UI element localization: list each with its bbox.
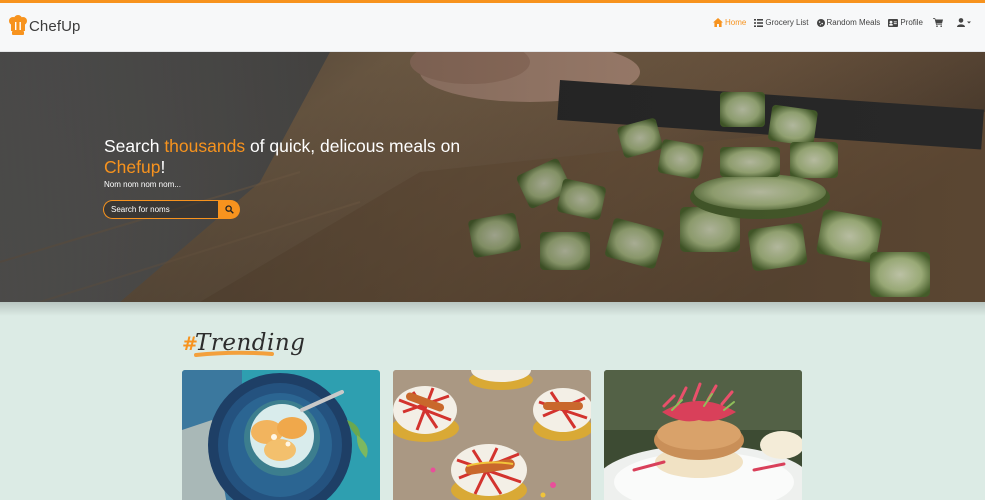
hero-shadow	[0, 302, 985, 316]
trending-card-2[interactable]	[393, 370, 591, 500]
hero-banner: Search thousands of quick, delicous meal…	[0, 52, 985, 302]
trending-cards	[182, 370, 815, 500]
hero-subtitle: Nom nom nom nom...	[104, 180, 181, 189]
nav-profile[interactable]: Profile	[888, 18, 923, 27]
trending-heading: # Trending	[182, 327, 305, 363]
trending-card-3[interactable]	[604, 370, 802, 500]
hotdog-cupcakes-image	[393, 370, 591, 500]
id-card-icon	[888, 18, 899, 27]
navbar: ChefUp Home Grocery List Random Meals Pr…	[0, 3, 985, 52]
search-button[interactable]	[218, 200, 240, 219]
hero-title-text-2: of quick, delicous meals on	[245, 136, 461, 156]
search-bar	[103, 200, 240, 219]
hero-title: Search thousands of quick, delicous meal…	[104, 136, 504, 178]
user-dropdown-icon	[957, 18, 971, 27]
hero-title-text-3: !	[160, 157, 166, 177]
hero-title-text-1: Search	[104, 136, 165, 156]
burger-image	[604, 370, 802, 500]
nav-grocery-list-label: Grocery List	[765, 18, 809, 27]
nav-menu: Home Grocery List Random Meals Profile	[705, 18, 973, 27]
nav-home[interactable]: Home	[713, 18, 746, 27]
cart-icon	[933, 18, 943, 27]
trending-card-1[interactable]	[182, 370, 380, 500]
trending-underline-icon	[194, 350, 274, 357]
cookie-icon	[816, 18, 825, 27]
nav-cart[interactable]	[933, 18, 945, 27]
nav-home-label: Home	[725, 18, 747, 27]
nav-random-meals[interactable]: Random Meals	[816, 18, 881, 27]
nav-profile-label: Profile	[900, 18, 923, 27]
nav-random-meals-label: Random Meals	[826, 18, 881, 27]
hero-title-accent-2: Chefup	[104, 157, 161, 177]
list-icon	[754, 18, 764, 27]
search-icon	[224, 205, 234, 214]
home-icon	[713, 18, 724, 27]
nav-grocery-list[interactable]: Grocery List	[754, 18, 809, 27]
chef-hat-logo-icon	[9, 15, 27, 35]
brand[interactable]: ChefUp	[8, 12, 80, 40]
hero-title-accent-1: thousands	[164, 136, 246, 156]
nav-user-dropdown[interactable]	[957, 18, 973, 27]
search-input[interactable]	[103, 200, 218, 219]
brand-name: ChefUp	[29, 17, 81, 35]
peach-bowl-image	[182, 370, 380, 500]
